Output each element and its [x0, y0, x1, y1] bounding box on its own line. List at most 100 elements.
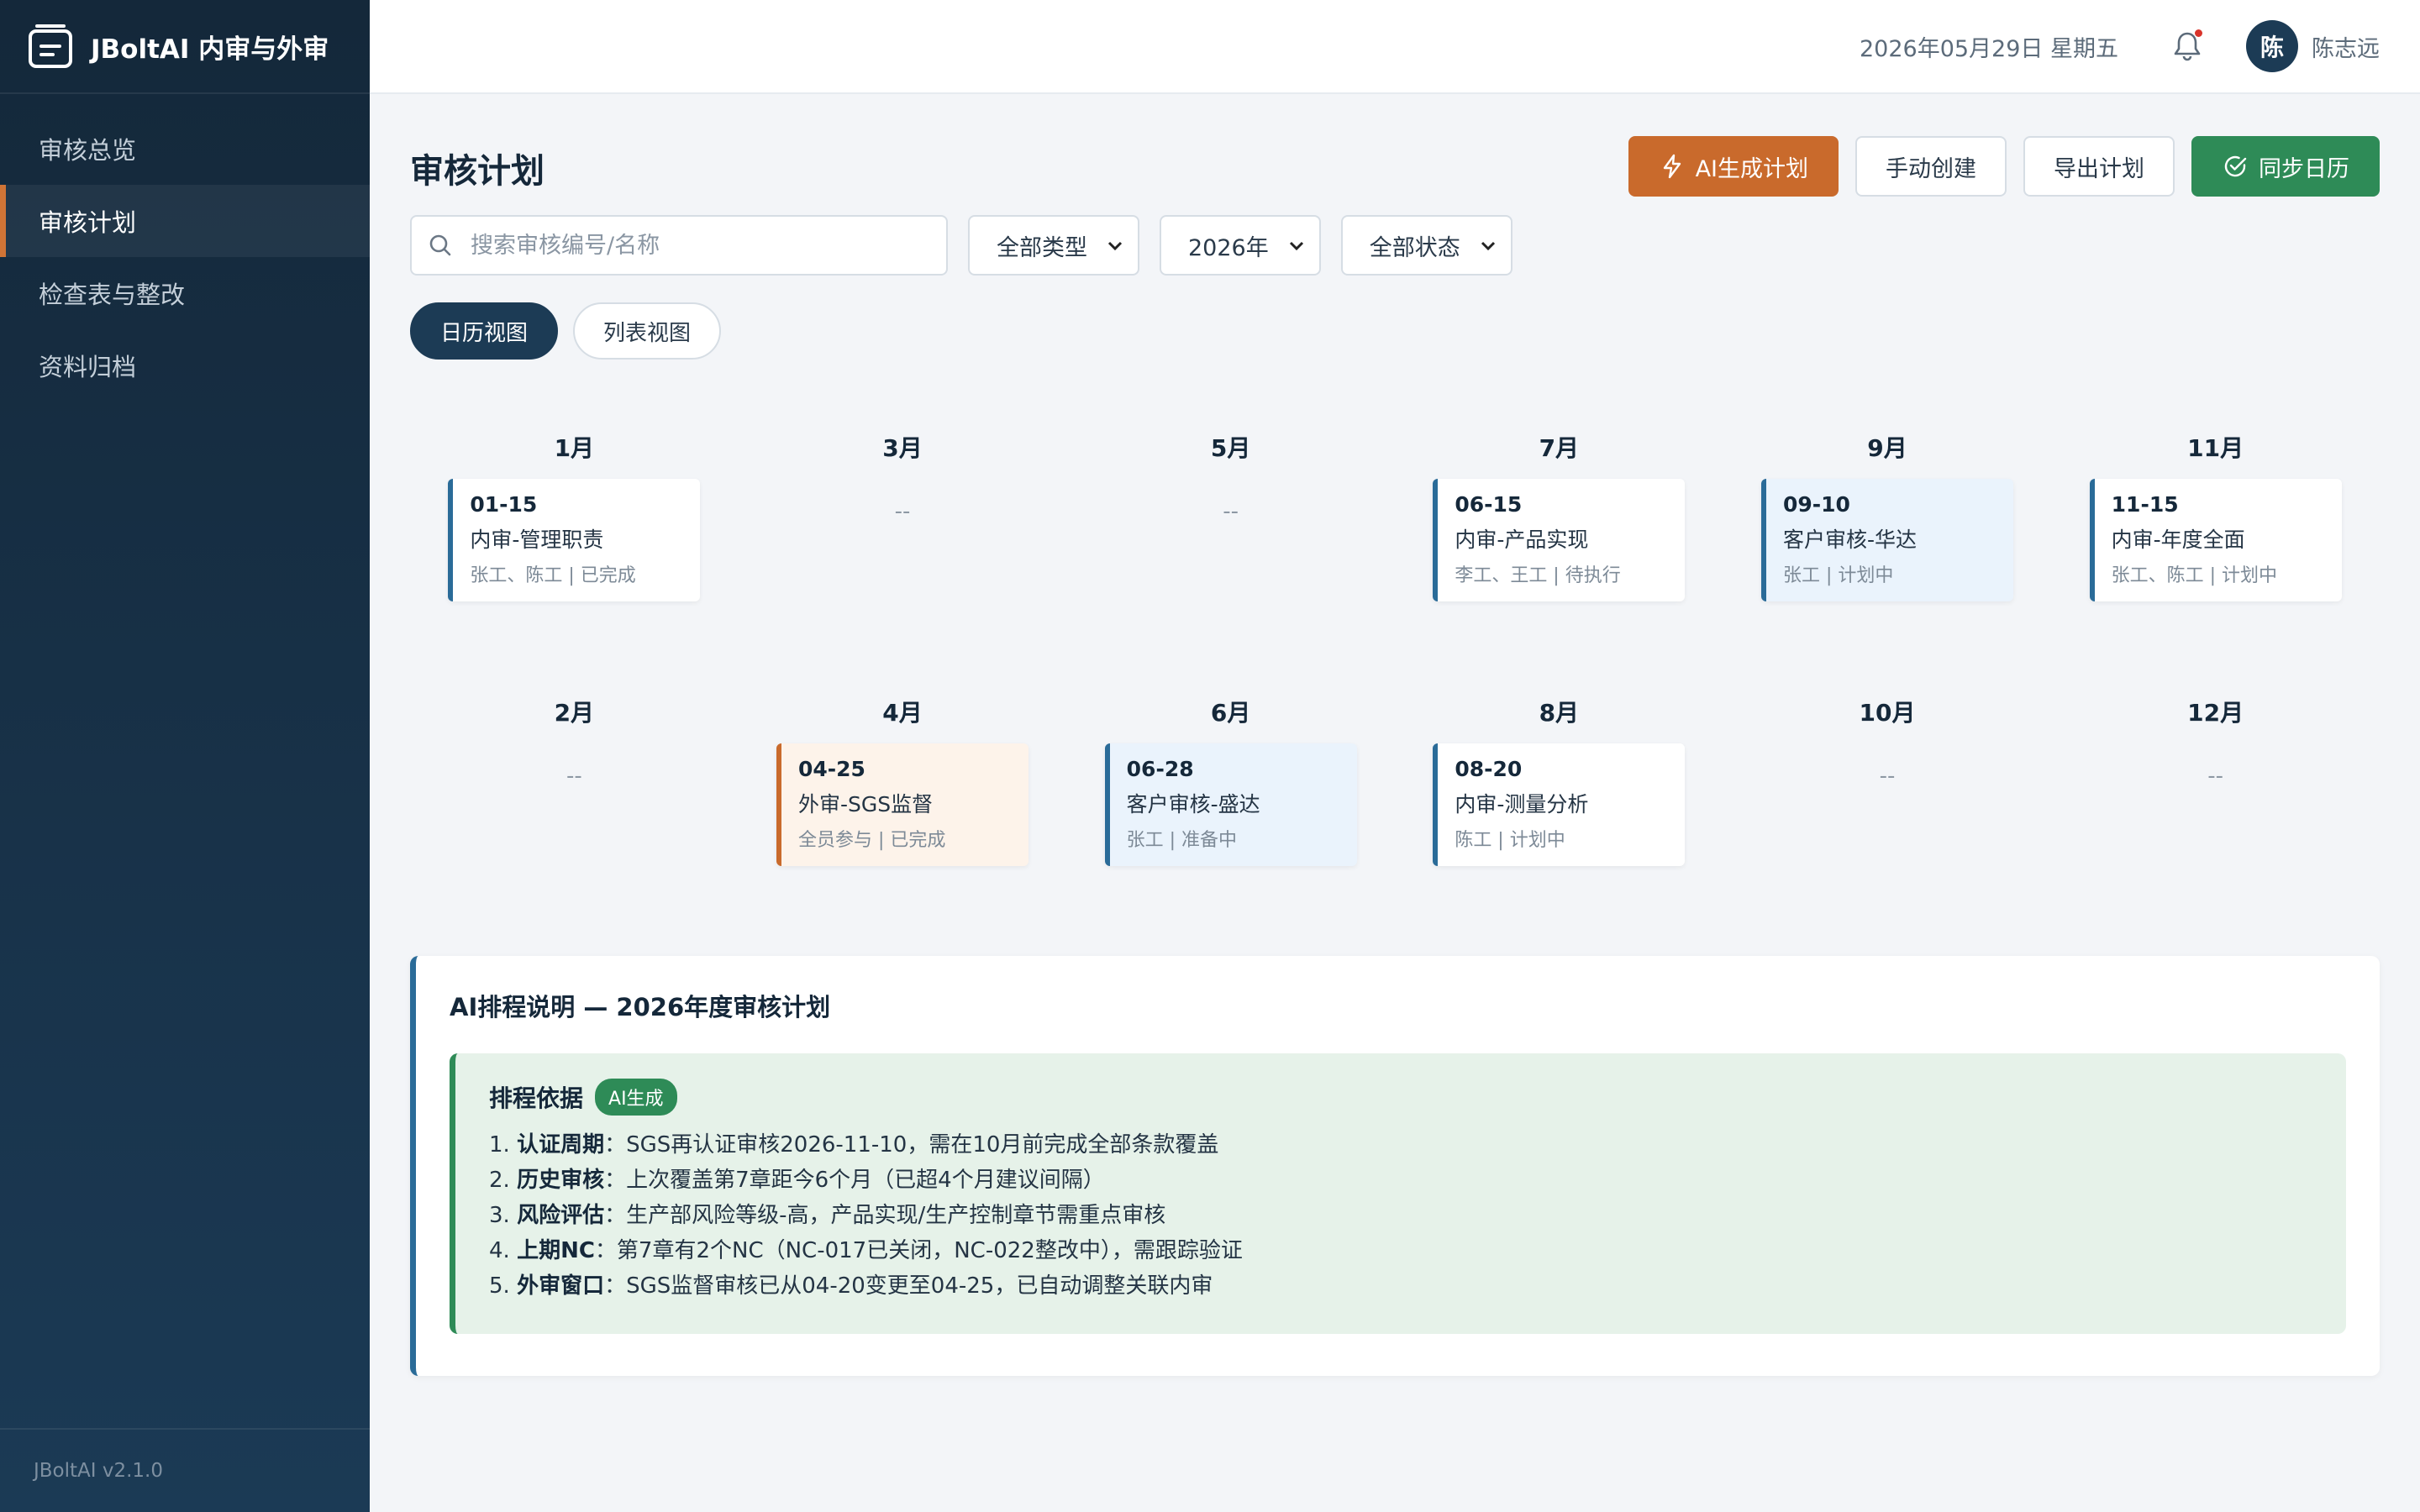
tab-calendar-view[interactable]: 日历视图	[410, 302, 559, 360]
ai-note-title: AI排程说明 — 2026年度审核计划	[450, 993, 831, 1021]
month-label: 8月	[1539, 699, 1580, 727]
search-input[interactable]	[471, 232, 941, 259]
month-label: 7月	[1539, 434, 1580, 462]
type-select[interactable]: 全部类型	[968, 215, 1139, 276]
status-select-value: 全部状态	[1369, 234, 1460, 261]
event-title: 内审-产品实现	[1455, 528, 1589, 552]
ai-generate-plan-button[interactable]: AI生成计划	[1628, 136, 1839, 197]
event-title: 内审-管理职责	[470, 528, 604, 552]
basis-item: 3. 风险评估：生产部风险等级-高，产品实现/生产控制章节需重点审核	[489, 1198, 2312, 1233]
year-select[interactable]: 2026年	[1160, 215, 1321, 276]
ai-schedule-note: AI排程说明 — 2026年度审核计划 排程依据 AI生成 1. 认证周期：SG…	[410, 956, 2380, 1376]
month-label: 2月	[554, 699, 595, 727]
event-meta: 张工 | 准备中	[1126, 830, 1238, 851]
sidebar-item-checklist[interactable]: 检查表与整改	[0, 257, 370, 329]
event-meta: 张工 | 计划中	[1782, 565, 1894, 586]
event-date: 01-15	[470, 492, 538, 517]
status-select[interactable]: 全部状态	[1340, 215, 1512, 276]
event-meta: 张工、陈工 | 已完成	[470, 565, 636, 586]
basis-item-number: 1.	[489, 1132, 510, 1158]
basis-item-number: 5.	[489, 1273, 510, 1299]
sidebar-nav: 审核总览 审核计划 检查表与整改 资料归档	[0, 113, 370, 402]
audit-event-card[interactable]: 09-10 客户审核-华达 张工 | 计划中	[1760, 479, 2013, 601]
export-plan-button[interactable]: 导出计划	[2023, 136, 2175, 197]
audit-event-card[interactable]: 01-15 内审-管理职责张工、陈工 | 已完成	[448, 479, 701, 601]
sidebar-item-archive[interactable]: 资料归档	[0, 329, 370, 402]
lightning-icon	[1663, 154, 1681, 179]
sidebar-item-overview[interactable]: 审核总览	[0, 113, 370, 185]
topbar: 2026年05月29日 星期五 陈 陈志远	[370, 0, 2420, 94]
basis-item-number: 4.	[489, 1238, 510, 1263]
calendar-month: 5月 --	[1066, 423, 1395, 688]
month-label: 9月	[1867, 434, 1907, 462]
sync-calendar-label: 同步日历	[2259, 155, 2349, 182]
event-date: 09-10	[1782, 492, 1850, 517]
calendar-month: 10月 --	[1723, 688, 2052, 953]
basis-item-key: 风险评估	[517, 1203, 605, 1228]
brand-title: JBoltAI 内审与外审	[91, 34, 329, 65]
event-meta: 李工、王工 | 待执行	[1455, 565, 1621, 586]
calendar-month: 7月 06-15 内审-产品实现李工、王工 | 待执行	[1395, 423, 1723, 688]
audit-event-card[interactable]: 06-15 内审-产品实现李工、王工 | 待执行	[1433, 479, 1686, 601]
avatar[interactable]: 陈	[2246, 20, 2298, 72]
calendar-grid: 1月 01-15 内审-管理职责 张工、陈工 | 已完成 3月 -- 5月 -- 7月 06-15…	[410, 423, 2380, 953]
event-title: 内审-测量分析	[1455, 792, 1589, 816]
ai-generated-badge: AI生成	[595, 1079, 677, 1116]
empty-month-placeholder: --	[1223, 499, 1239, 524]
basis-item: 1. 认证周期：SGS再认证审核2026-11-10，需在10月前完成全部条款覆…	[489, 1127, 2312, 1163]
chevron-down-icon	[1481, 241, 1495, 251]
basis-item-number: 2.	[489, 1168, 510, 1193]
empty-month-placeholder: --	[566, 764, 582, 789]
current-date: 2026年05月29日 星期五	[1859, 35, 2118, 62]
chevron-down-icon	[1107, 241, 1123, 251]
month-label: 4月	[882, 699, 923, 727]
action-buttons: AI生成计划 手动创建 导出计划 同步日历	[1628, 136, 2380, 197]
audit-event-card[interactable]: 11-15 内审-年度全面 张工、陈工 | 计划中	[2089, 479, 2342, 601]
audit-event-card[interactable]: 08-20 内审-测量分析 陈工 | 计划中	[1433, 743, 1686, 866]
audit-event-card[interactable]: 04-25 外审-SGS监督 全员参与 | 已完成	[776, 743, 1028, 866]
chevron-down-icon	[1289, 241, 1303, 251]
month-label: 10月	[1859, 699, 1916, 727]
basis-header: 排程依据 AI生成	[489, 1079, 2312, 1116]
tab-list-view[interactable]: 列表视图	[573, 302, 722, 360]
event-title: 客户审核-华达	[1782, 528, 1918, 552]
month-label: 11月	[2187, 434, 2244, 462]
notification-bell-icon[interactable]	[2170, 29, 2204, 63]
manual-create-button[interactable]: 手动创建	[1855, 136, 2007, 197]
search-icon	[429, 234, 451, 256]
user-name[interactable]: 陈志远	[2312, 30, 2380, 63]
archive-box-icon	[29, 24, 72, 68]
ai-generate-plan-label: AI生成计划	[1695, 155, 1808, 182]
audit-event-card[interactable]: 06-28 客户审核-盛达 张工 | 准备中	[1104, 743, 1357, 866]
event-meta: 张工、陈工 | 计划中	[2111, 565, 2278, 586]
sidebar: JBoltAI 内审与外审 审核总览 审核计划 检查表与整改 资料归档 JBol…	[0, 0, 370, 1512]
calendar-month: 1月 01-15 内审-管理职责 张工、陈工 | 已完成	[410, 423, 739, 688]
main-content: 审核计划 AI生成计划 手动创建 导出计划 同步日历 搜索审核编号/名称 全部类…	[410, 94, 2380, 1376]
basis-item-text: ：生产部风险等级-高，产品实现/生产控制章节需重点审核	[604, 1203, 1166, 1228]
sidebar-item-audit-plan[interactable]: 审核计划	[0, 185, 370, 257]
empty-month-placeholder: --	[2207, 764, 2224, 789]
search-box[interactable]	[410, 215, 948, 276]
check-circle-icon	[2224, 155, 2247, 177]
calendar-month: 4月 04-25 外审-SGS监督 全员参与 | 已完成	[739, 688, 1067, 953]
basis-item-key: 外审窗口	[517, 1273, 605, 1299]
basis-item-text: ：上次覆盖第7章距今6个月（已超4个月建议间隔）	[604, 1168, 1105, 1193]
notification-dot	[2195, 29, 2202, 37]
basis-item-text: ：SGS监督审核已从04-20变更至04-25，已自动调整关联内审	[604, 1273, 1213, 1299]
basis-item-number: 3.	[489, 1203, 510, 1228]
month-label: 5月	[1210, 434, 1251, 462]
basis-item-key: 历史审核	[517, 1168, 605, 1193]
event-title: 外审-SGS监督	[797, 792, 934, 816]
type-select-value: 全部类型	[997, 234, 1087, 261]
basis-item-key: 认证周期	[517, 1132, 605, 1158]
version-label: JBoltAI v2.1.0	[0, 1428, 370, 1512]
filter-row: 全部类型 2026年 全部状态	[410, 215, 2380, 276]
calendar-month: 3月 --	[739, 423, 1067, 688]
event-date: 06-15	[1455, 492, 1523, 517]
basis-title: 排程依据	[489, 1084, 584, 1112]
event-meta: 全员参与 | 已完成	[797, 830, 946, 851]
empty-month-placeholder: --	[894, 499, 911, 524]
sync-calendar-button[interactable]: 同步日历	[2191, 136, 2380, 197]
basis-item-text: ：SGS再认证审核2026-11-10，需在10月前完成全部条款覆盖	[604, 1132, 1219, 1158]
event-date: 06-28	[1126, 757, 1194, 781]
